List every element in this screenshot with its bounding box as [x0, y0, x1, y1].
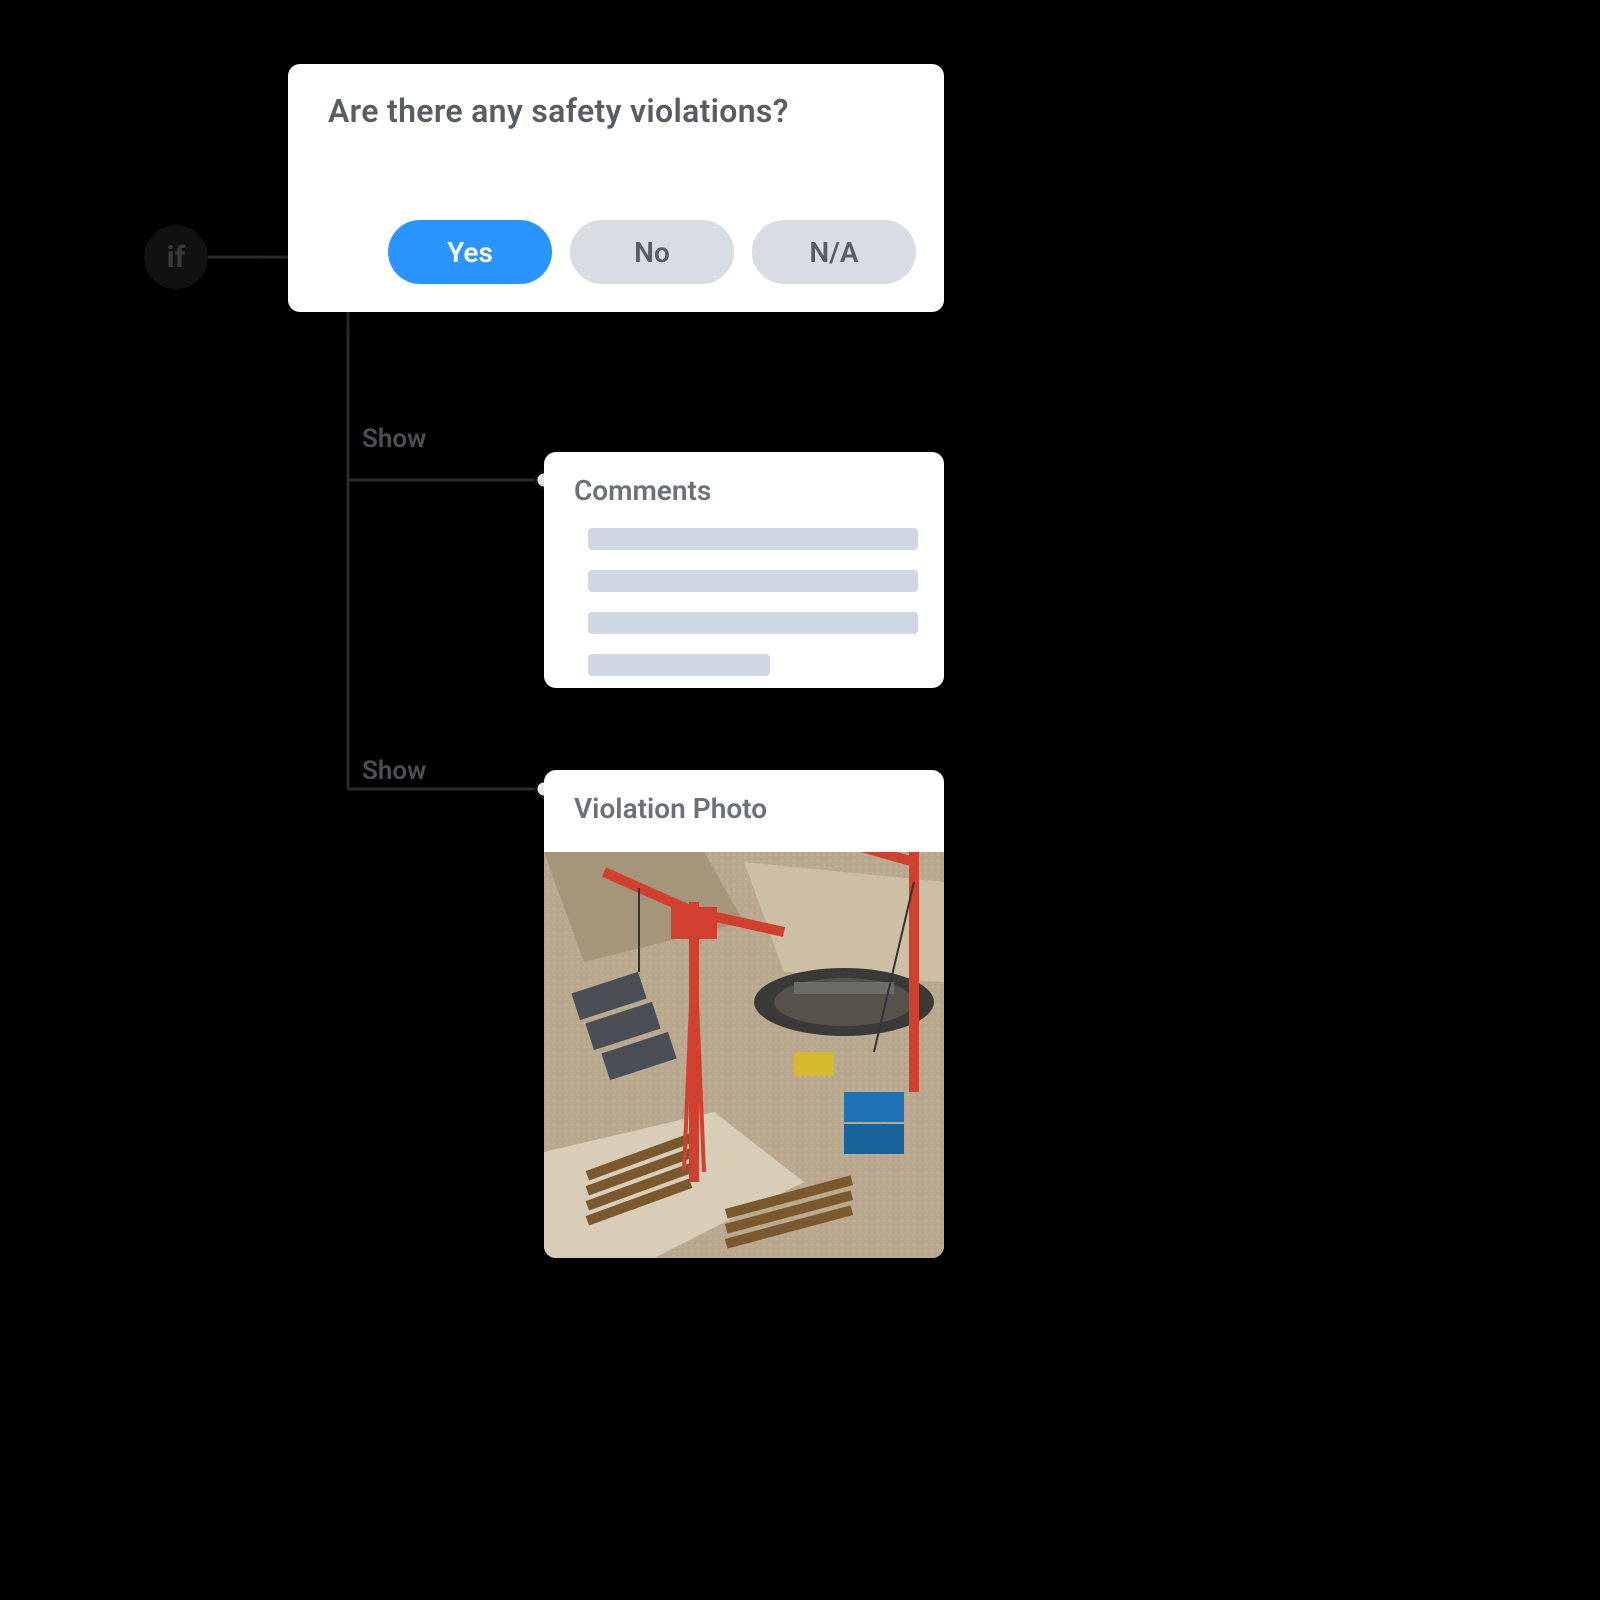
option-label: No [634, 236, 670, 269]
question-text: Are there any safety violations? [328, 92, 904, 130]
branch-action-label: Show [362, 424, 426, 454]
comments-card: Comments [544, 452, 944, 688]
option-no[interactable]: No [570, 220, 734, 284]
condition-badge-label: if [167, 240, 186, 275]
option-label: Yes [447, 236, 493, 269]
options-row: Yes No N/A [388, 220, 916, 284]
card-title: Comments [574, 474, 711, 507]
placeholder-line [588, 570, 918, 592]
condition-badge: if [144, 225, 208, 289]
placeholder-line [588, 528, 918, 550]
option-na[interactable]: N/A [752, 220, 916, 284]
violation-photo-card: Violation Photo [544, 770, 944, 1258]
violation-photo [544, 852, 944, 1258]
option-label: N/A [809, 236, 858, 269]
card-title: Violation Photo [574, 792, 767, 825]
branch-action-label: Show [362, 756, 426, 786]
option-yes[interactable]: Yes [388, 220, 552, 284]
placeholder-line [588, 612, 918, 634]
comments-placeholder [588, 528, 918, 676]
placeholder-line [588, 654, 770, 676]
question-card: Are there any safety violations? Yes No … [288, 64, 944, 312]
